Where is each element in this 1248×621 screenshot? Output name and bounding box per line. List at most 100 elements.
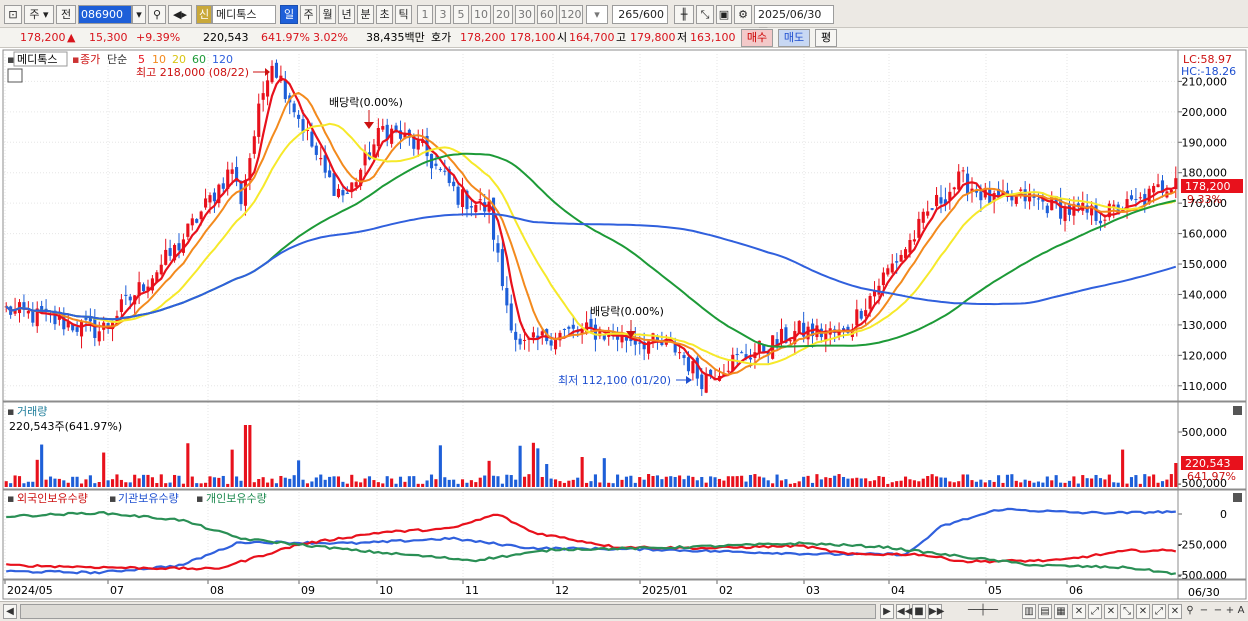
scroll-left-icon[interactable]: ◀ — [3, 604, 17, 619]
minus-icon[interactable]: − — [1212, 604, 1224, 619]
scrollbar-track[interactable] — [20, 604, 876, 619]
tool6-icon[interactable]: ✕ — [1104, 604, 1118, 619]
volume-bar — [624, 476, 628, 487]
sell-button[interactable]: 매도 — [778, 29, 810, 47]
minute-60-button[interactable]: 60 — [537, 5, 557, 24]
minute-1-button[interactable]: 1 — [417, 5, 433, 24]
sound-icon[interactable]: ◀▸ — [168, 5, 192, 24]
volume-bar — [983, 482, 987, 487]
volume-bar — [833, 475, 837, 487]
period-second-button[interactable]: 초 — [376, 5, 393, 24]
candle-body — [1036, 198, 1040, 200]
period-day-button[interactable]: 일 — [280, 5, 298, 24]
all-toggle[interactable]: 전 — [56, 5, 76, 24]
candle-body — [460, 189, 465, 207]
tool9-icon[interactable]: ⤢ — [1152, 604, 1166, 619]
period-month-button[interactable]: 월 — [319, 5, 336, 24]
candle-body — [890, 263, 894, 273]
last-volume-pct: 641.97% — [1187, 470, 1236, 483]
date-input[interactable]: 2025/06/30 ▦ — [754, 5, 834, 38]
candle-body — [886, 268, 890, 275]
volume-value: 220,543 — [203, 31, 249, 44]
stock-chart[interactable]: 110,000 120,000 130,000 140,000 150,000 160,0… — [0, 48, 1248, 601]
candle-body — [84, 317, 88, 320]
gear-icon[interactable]: ⚙ — [734, 5, 752, 24]
y-tick-label: 200,000 — [1182, 106, 1228, 119]
zoom-out-icon[interactable]: − — [1198, 604, 1210, 619]
code-dropdown-icon[interactable]: ▾ — [132, 5, 146, 24]
volume-bar — [212, 477, 216, 487]
volume-bar — [1143, 474, 1147, 487]
tool8-icon[interactable]: ✕ — [1136, 604, 1150, 619]
stop-icon[interactable]: ■ — [912, 604, 926, 619]
volume-bar — [199, 483, 203, 487]
legend-individual: 개인보유수량 — [206, 492, 267, 505]
window-icon[interactable]: ⊡ — [4, 5, 22, 24]
minute-5-button[interactable]: 5 — [453, 5, 469, 24]
volume-bar — [230, 449, 234, 487]
candle-body — [443, 170, 447, 172]
speed-slider[interactable]: ──┼── — [948, 604, 1018, 619]
dividend-label-1: 배당락(0.00%) — [329, 96, 403, 109]
holdings-panel-close-icon[interactable] — [1233, 493, 1242, 502]
minute-20-button[interactable]: 20 — [493, 5, 513, 24]
y-tick-label: 180,000 — [1182, 167, 1228, 180]
buy-button[interactable]: 매수 — [741, 29, 773, 47]
avg-button[interactable]: 평 — [815, 29, 837, 47]
volume-bar — [966, 474, 970, 487]
tool2-icon[interactable]: ▤ — [1038, 604, 1052, 619]
tool7-icon[interactable]: ⤡ — [1120, 604, 1134, 619]
auto-icon[interactable]: A — [1236, 604, 1246, 619]
search-icon[interactable]: ⚲ — [148, 5, 166, 24]
min-price-label: 최저 112,100 (01/20) — [558, 374, 671, 387]
candle-body — [452, 181, 456, 187]
hoga-label: 호가 — [431, 31, 452, 44]
volume-bar — [84, 479, 88, 487]
play-icon[interactable]: ▶ — [880, 604, 894, 619]
tool5-icon[interactable]: ⤢ — [1088, 604, 1102, 619]
minute-10-button[interactable]: 10 — [471, 5, 491, 24]
volume-bar — [48, 476, 53, 487]
tool1-icon[interactable]: ▥ — [1022, 604, 1036, 619]
volume-bar — [549, 478, 553, 487]
volume-panel-close-icon[interactable] — [1233, 406, 1242, 415]
candle-body — [332, 173, 336, 196]
volume-bar — [1090, 478, 1094, 487]
period-year-button[interactable]: 년 — [338, 5, 355, 24]
volume-bar — [469, 480, 473, 487]
stock-code-input[interactable]: 086900 — [78, 5, 132, 24]
candle-body — [283, 80, 287, 100]
market-select[interactable]: 주 ▾ — [24, 5, 54, 24]
save-icon[interactable]: ▣ — [716, 5, 732, 24]
volume-bar — [735, 476, 739, 487]
legend-stock-name: 메디톡스 — [17, 53, 57, 66]
zoom-icon[interactable]: ⚲ — [1184, 604, 1196, 619]
tool4-icon[interactable]: ✕ — [1072, 604, 1086, 619]
period-minute-button[interactable]: 분 — [357, 5, 374, 24]
minute-3-button[interactable]: 3 — [435, 5, 451, 24]
table-icon[interactable] — [7, 68, 23, 83]
y-tick-label: 140,000 — [1182, 288, 1228, 301]
tool10-icon[interactable]: ✕ — [1168, 604, 1182, 619]
forward-icon[interactable]: ▶▶ — [928, 604, 944, 619]
count-input[interactable]: 265/600 — [612, 5, 668, 24]
minute-120-button[interactable]: 120 — [559, 5, 583, 24]
candle-type-icon[interactable]: ╫ — [674, 5, 694, 24]
candle-body — [514, 331, 518, 340]
candle-body — [979, 191, 983, 201]
volume-bar — [279, 475, 283, 487]
period-tick-button[interactable]: 틱 — [395, 5, 412, 24]
volume-bar — [810, 482, 815, 487]
rewind-icon[interactable]: ◀◀ — [896, 604, 912, 619]
zoom-in-icon[interactable]: + — [1224, 604, 1236, 619]
candle-body — [1152, 185, 1156, 193]
volume-bar — [957, 481, 961, 487]
candle-body — [912, 239, 916, 242]
candle-body — [319, 157, 323, 160]
volume-bar — [1094, 474, 1098, 487]
period-week-button[interactable]: 주 — [300, 5, 317, 24]
draw-tool-icon[interactable]: ⤡ — [696, 5, 714, 24]
interval-dropdown[interactable]: ▾ — [586, 5, 608, 24]
tool3-icon[interactable]: ▦ — [1054, 604, 1068, 619]
minute-30-button[interactable]: 30 — [515, 5, 535, 24]
